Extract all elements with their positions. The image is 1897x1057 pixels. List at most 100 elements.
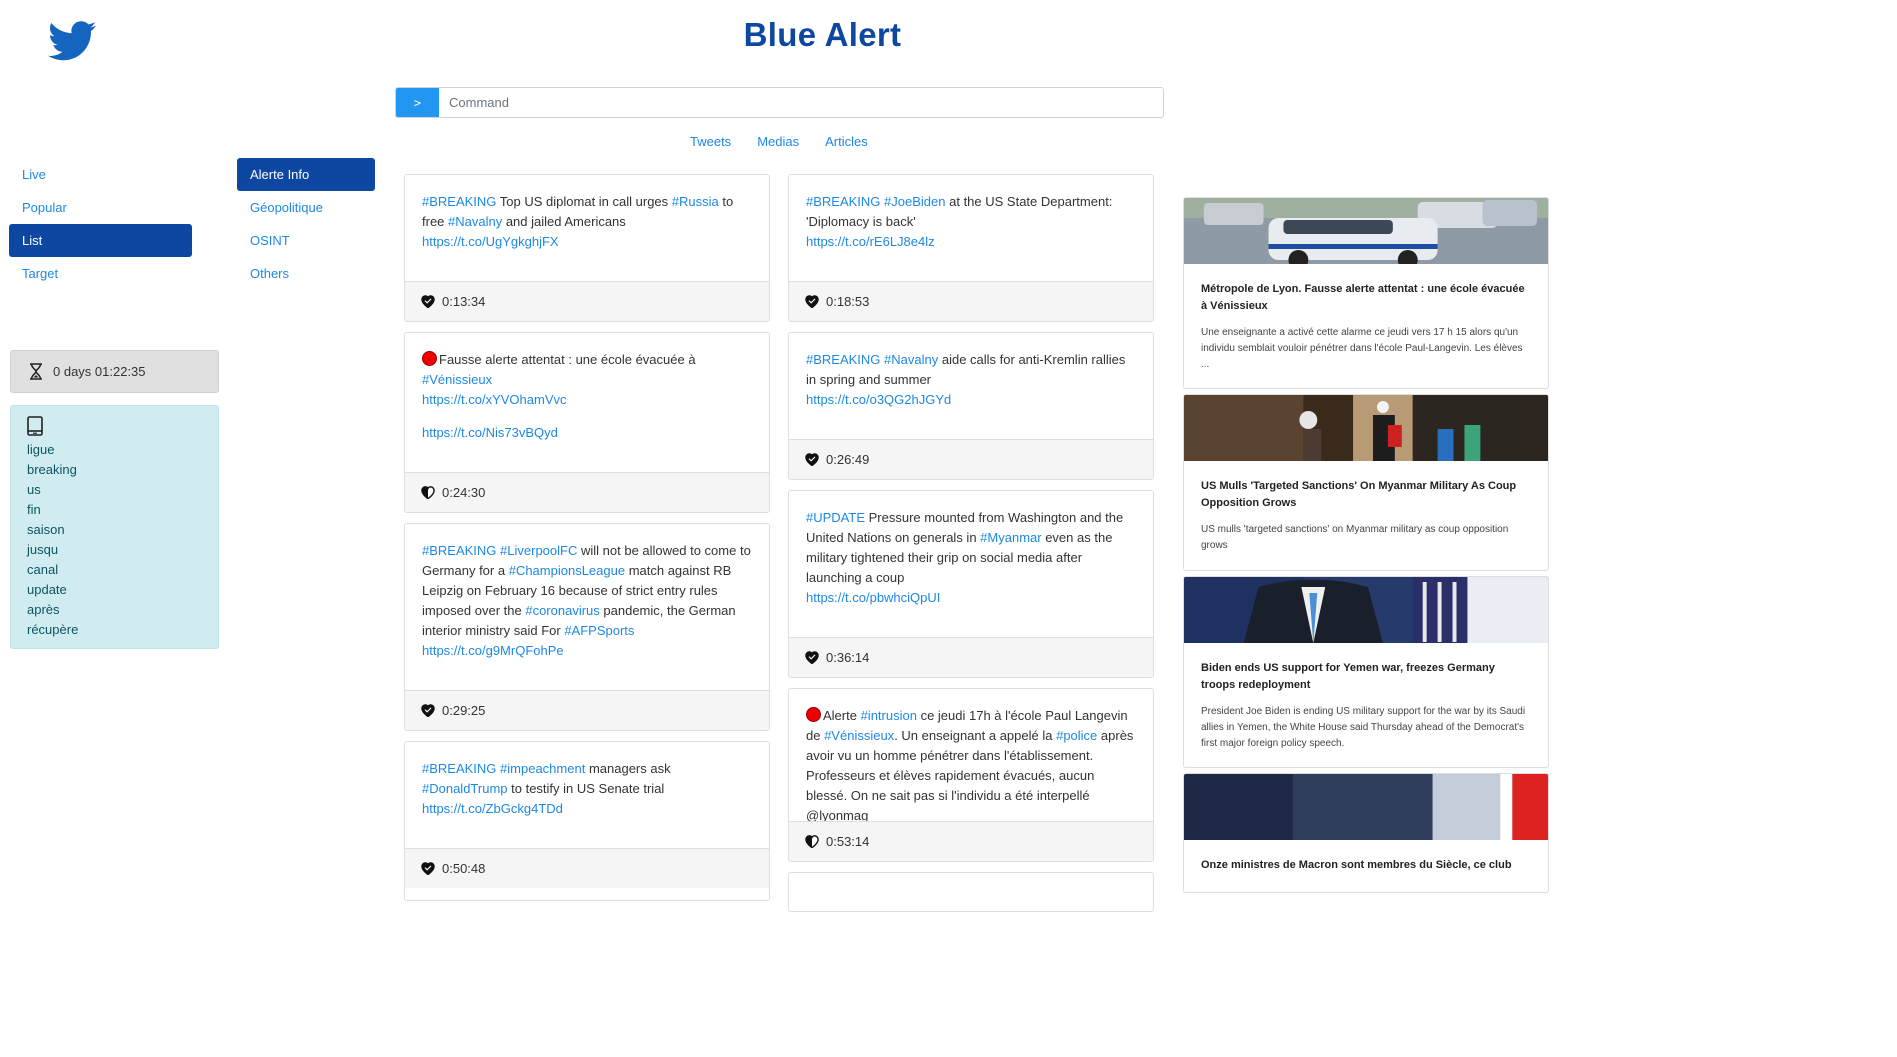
- nav-item-popular[interactable]: Popular: [9, 191, 192, 224]
- tweet-card: #BREAKING #Navalny aide calls for anti-K…: [788, 332, 1154, 480]
- article-image: [1184, 198, 1548, 264]
- article-card[interactable]: Biden ends US support for Yemen war, fre…: [1183, 576, 1549, 768]
- hashtag-link[interactable]: #Navalny: [884, 352, 938, 367]
- tweet-text: #BREAKING Top US diplomat in call urges …: [422, 194, 734, 249]
- tweet-link[interactable]: https://t.co/g9MrQFohPe: [422, 643, 564, 658]
- article-card[interactable]: Onze ministres de Macron sont membres du…: [1183, 773, 1549, 893]
- heart-full-icon[interactable]: [421, 862, 435, 875]
- tweet-card: Fausse alerte attentat : une école évacu…: [404, 332, 770, 513]
- article-summary: US mulls 'targeted sanctions' on Myanmar…: [1201, 524, 1509, 551]
- hashtag-link[interactable]: #intrusion: [861, 708, 917, 723]
- tweet-footer: 0:50:48: [405, 848, 769, 888]
- article-card[interactable]: Métropole de Lyon. Fausse alerte attenta…: [1183, 197, 1549, 389]
- heart-full-icon[interactable]: [805, 295, 819, 308]
- tweet-footer: 0:24:30: [405, 472, 769, 512]
- tweet-time: 0:13:34: [442, 294, 486, 309]
- hashtag-link[interactable]: #BREAKING: [422, 194, 496, 209]
- hashtag-link[interactable]: #AFPSports: [564, 623, 634, 638]
- tab-tweets[interactable]: Tweets: [690, 134, 731, 149]
- list-item-others[interactable]: Others: [237, 257, 375, 290]
- tweet-link[interactable]: https://t.co/pbwhciQpUI: [806, 590, 940, 605]
- nav-item-target[interactable]: Target: [9, 257, 192, 290]
- article-summary: President Joe Biden is ending US militar…: [1201, 706, 1526, 749]
- tweet-time: 0:50:48: [442, 861, 486, 876]
- tweet-footer: 0:13:34: [405, 281, 769, 321]
- hashtag-link[interactable]: #BREAKING: [422, 543, 496, 558]
- article-summary: Une enseignante a activé cette alarme ce…: [1201, 327, 1523, 370]
- tweet-text: #BREAKING #LiverpoolFC will not be allow…: [422, 543, 751, 658]
- nav-item-list[interactable]: List: [9, 224, 192, 257]
- article-title: Onze ministres de Macron sont membres du…: [1201, 859, 1512, 871]
- tweet-text: #BREAKING #Navalny aide calls for anti-K…: [806, 352, 1126, 407]
- hashtag-link[interactable]: #UPDATE: [806, 510, 865, 525]
- tweet-card: #BREAKING #impeachment managers ask #Don…: [404, 741, 770, 901]
- hashtag-link[interactable]: #impeachment: [500, 761, 585, 776]
- article-title: US Mulls 'Targeted Sanctions' On Myanmar…: [1201, 480, 1517, 509]
- keyword-item: fin: [27, 502, 41, 517]
- heart-full-icon[interactable]: [421, 295, 435, 308]
- tweet-time: 0:18:53: [826, 294, 870, 309]
- hashtag-link[interactable]: #coronavirus: [525, 603, 599, 618]
- tweet-footer: 0:26:49: [789, 439, 1153, 479]
- hashtag-link[interactable]: #Myanmar: [980, 530, 1041, 545]
- hashtag-link[interactable]: #police: [1056, 728, 1097, 743]
- tweet-text: #BREAKING #impeachment managers ask #Don…: [422, 761, 671, 816]
- hashtag-link[interactable]: #JoeBiden: [884, 194, 945, 209]
- red-circle-icon: [806, 707, 821, 722]
- list-item-alerte-info[interactable]: Alerte Info: [237, 158, 375, 191]
- article-card[interactable]: US Mulls 'Targeted Sanctions' On Myanmar…: [1183, 394, 1549, 571]
- tweet-link[interactable]: https://t.co/ZbGckg4TDd: [422, 801, 563, 816]
- tweet-link[interactable]: https://t.co/UgYgkghjFX: [422, 234, 559, 249]
- hourglass-icon: [30, 363, 42, 380]
- tweet-link[interactable]: https://t.co/Nis73vBQyd: [422, 425, 558, 440]
- command-submit-button[interactable]: >: [396, 88, 439, 117]
- list-item-osint[interactable]: OSINT: [237, 224, 375, 257]
- article-image: [1184, 395, 1548, 461]
- content-tabs: Tweets Medias Articles: [690, 134, 868, 149]
- heart-full-icon[interactable]: [805, 453, 819, 466]
- keyword-item: breaking: [27, 462, 77, 477]
- tab-articles[interactable]: Articles: [825, 134, 868, 149]
- command-input[interactable]: [439, 88, 1163, 117]
- tweet-time: 0:36:14: [826, 650, 870, 665]
- tweet-time: 0:29:25: [442, 703, 486, 718]
- heart-full-icon[interactable]: [421, 704, 435, 717]
- tweet-card: #BREAKING #LiverpoolFC will not be allow…: [404, 523, 770, 731]
- hashtag-link[interactable]: #ChampionsLeague: [509, 563, 625, 578]
- tweet-card: [788, 872, 1154, 912]
- nav-item-live[interactable]: Live: [9, 158, 192, 191]
- tweet-card: #UPDATE Pressure mounted from Washington…: [788, 490, 1154, 678]
- tweet-link[interactable]: https://t.co/o3QG2hJGYd: [806, 392, 951, 407]
- keywords-panel: ligue breaking us fin saison jusqu canal…: [10, 405, 219, 649]
- tweet-time: 0:24:30: [442, 485, 486, 500]
- keyword-item: récupère: [27, 622, 79, 637]
- keyword-item: saison: [27, 522, 65, 537]
- article-image: [1184, 774, 1548, 840]
- heart-full-icon[interactable]: [805, 651, 819, 664]
- hashtag-link[interactable]: #LiverpoolFC: [500, 543, 577, 558]
- tweet-text: #UPDATE Pressure mounted from Washington…: [806, 510, 1124, 605]
- hashtag-link[interactable]: #Russia: [672, 194, 719, 209]
- uptime-timer: 0 days 01:22:35: [10, 350, 219, 393]
- tab-medias[interactable]: Medias: [757, 134, 799, 149]
- tweet-link[interactable]: https://t.co/xYVOhamVvc: [422, 392, 567, 407]
- keyword-item: canal: [27, 562, 59, 577]
- tweet-footer: 0:53:14: [789, 821, 1153, 861]
- tweet-text: Alerte #intrusion ce jeudi 17h à l'école…: [806, 707, 1134, 823]
- tweet-time: 0:53:14: [826, 834, 870, 849]
- hashtag-link[interactable]: #BREAKING: [806, 194, 880, 209]
- hashtag-link[interactable]: #BREAKING: [806, 352, 880, 367]
- heart-half-icon[interactable]: [805, 835, 819, 848]
- hashtag-link[interactable]: #DonaldTrump: [422, 781, 508, 796]
- hashtag-link[interactable]: #BREAKING: [422, 761, 496, 776]
- hashtag-link[interactable]: #Navalny: [448, 214, 502, 229]
- tweet-card: Alerte #intrusion ce jeudi 17h à l'école…: [788, 688, 1154, 862]
- hashtag-link[interactable]: #Vénissieux: [422, 372, 492, 387]
- hashtag-link[interactable]: #Vénissieux: [824, 728, 894, 743]
- tweet-time: 0:26:49: [826, 452, 870, 467]
- command-bar: >: [395, 87, 1164, 118]
- heart-half-icon[interactable]: [421, 486, 435, 499]
- list-item-geopolitique[interactable]: Géopolitique: [237, 191, 375, 224]
- tweet-link[interactable]: https://t.co/rE6LJ8e4lz: [806, 234, 935, 249]
- app-root: Blue Alert > Tweets Medias Articles Live…: [0, 0, 1560, 912]
